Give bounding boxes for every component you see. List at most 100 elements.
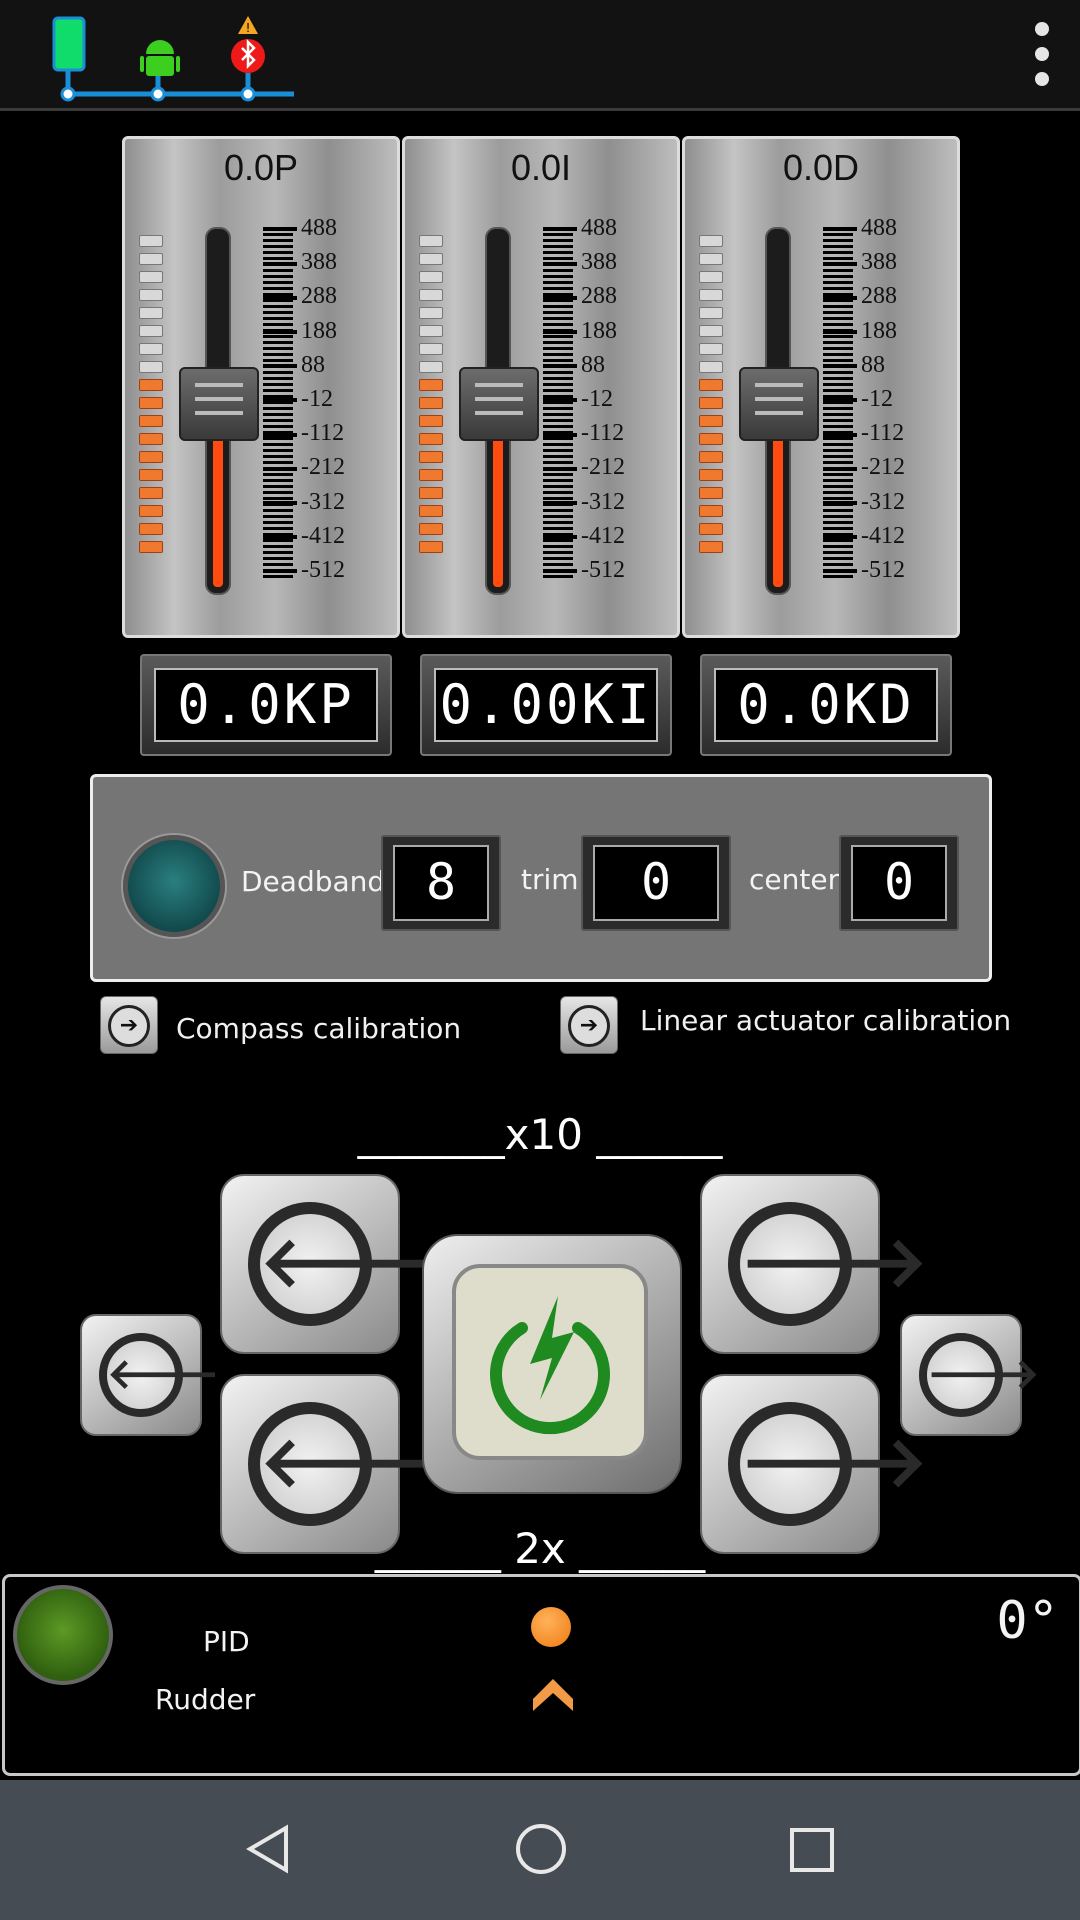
level-led (699, 343, 723, 355)
rudder-left-small-button[interactable]: 🡐 (80, 1314, 220, 1436)
scale-tick-label: 388 (823, 250, 897, 274)
level-led (419, 469, 443, 481)
rudder-left-x10-button[interactable]: 🡐 (220, 1174, 448, 1354)
slider-panel: 0.0I 488 388 288 188 88 -12 -112 -212 -312 -412 -51… (402, 136, 680, 638)
level-led (139, 379, 163, 391)
slider-knob[interactable] (459, 367, 539, 441)
arrow-right-icon: 🡒 (728, 1202, 928, 1326)
deadband-settings-panel: Deadband 8 trim 0 center 0 (90, 774, 992, 982)
level-led (139, 433, 163, 445)
slider-knob[interactable] (739, 367, 819, 441)
gain-display[interactable]: 0.0KD (700, 654, 952, 756)
scale-tick-label: -512 (823, 558, 905, 582)
level-led (139, 451, 163, 463)
scale-tick-label: -212 (263, 455, 345, 479)
2x-label: ______ 2x ______ (374, 1524, 706, 1573)
level-led (419, 379, 443, 391)
level-led (139, 415, 163, 427)
slider-fill (213, 416, 223, 587)
x10-label: _______x10 ______ (357, 1110, 723, 1159)
gain-display[interactable]: 0.00KI (420, 654, 672, 756)
scale-tick-label: 288 (823, 284, 897, 308)
center-label: center (749, 863, 840, 896)
level-led (139, 397, 163, 409)
gain-display-value: 0.00KI (434, 668, 658, 742)
teal-indicator-button[interactable] (123, 835, 225, 937)
level-led (139, 325, 163, 337)
trim-label: trim (521, 863, 579, 896)
scale-tick-label: -112 (543, 421, 624, 445)
status-led[interactable] (13, 1585, 113, 1685)
slider-scale: 488 388 288 188 88 -12 -112 -212 -312 -412 -512 (543, 216, 663, 582)
scale-tick-label: 288 (543, 284, 617, 308)
pid-status-dot (531, 1607, 571, 1647)
more-vert-icon[interactable] (1032, 22, 1052, 92)
top-app-bar: ! (0, 0, 1080, 111)
level-led (419, 433, 443, 445)
scale-tick-label: -12 (543, 387, 613, 411)
slider-knob[interactable] (179, 367, 259, 441)
home-icon[interactable] (516, 1824, 566, 1874)
scale-tick-label: -512 (543, 558, 625, 582)
slider-panel: 0.0D 488 388 288 188 88 -12 -112 -212 -312 -412 -51… (682, 136, 960, 638)
rudder-right-x10-button[interactable]: 🡒 (700, 1174, 928, 1354)
scale-tick-label: -212 (823, 455, 905, 479)
level-meter (139, 235, 163, 559)
android-icon (140, 40, 180, 102)
linear-actuator-calibration-button[interactable]: ➔ (560, 996, 618, 1054)
scale-tick-label: -412 (263, 524, 345, 548)
power-button[interactable] (422, 1234, 682, 1494)
level-led (419, 235, 443, 247)
level-led (419, 289, 443, 301)
center-display[interactable]: 0 (839, 835, 959, 931)
rudder-right-small-button[interactable]: 🡒 (900, 1314, 1040, 1436)
linear-actuator-calibration-label: Linear actuator calibration (640, 1004, 1012, 1037)
gain-display-value: 0.0KD (714, 668, 938, 742)
trim-display[interactable]: 0 (581, 835, 731, 931)
heading-readout: 0° (996, 1591, 1059, 1651)
level-led (139, 289, 163, 301)
level-led (139, 541, 163, 553)
scale-tick-label: 488 (823, 216, 897, 240)
slider-title: 0.0D (782, 147, 860, 188)
pid-label: PID (203, 1625, 250, 1658)
rudder-label: Rudder (155, 1683, 256, 1716)
compass-calibration-label: Compass calibration (176, 1012, 462, 1045)
back-icon[interactable] (246, 1824, 290, 1874)
scale-tick-label: -312 (823, 490, 905, 514)
level-led (699, 487, 723, 499)
level-led (419, 397, 443, 409)
level-led (699, 379, 723, 391)
level-led (699, 307, 723, 319)
level-led (699, 415, 723, 427)
warning-icon: ! (238, 16, 258, 35)
gain-display[interactable]: 0.0KP (140, 654, 392, 756)
arrow-left-icon: 🡐 (99, 1333, 220, 1417)
scale-tick-label: -112 (823, 421, 904, 445)
scale-tick-label: 388 (543, 250, 617, 274)
level-led (419, 541, 443, 553)
scale-tick-label: -412 (823, 524, 905, 548)
deadband-label: Deadband (241, 865, 386, 898)
power-icon (490, 1296, 610, 1435)
scale-tick-label: -12 (823, 387, 893, 411)
scale-tick-label: -412 (543, 524, 625, 548)
level-led (699, 451, 723, 463)
deadband-display[interactable]: 8 (381, 835, 501, 931)
level-led (139, 487, 163, 499)
level-led (139, 307, 163, 319)
scale-tick-label: -512 (263, 558, 345, 582)
level-led (139, 505, 163, 517)
compass-calibration-button[interactable]: ➔ (100, 996, 158, 1054)
recents-icon[interactable] (790, 1828, 834, 1872)
level-led (419, 361, 443, 373)
scale-tick-label: -312 (263, 490, 345, 514)
scale-tick-label: -12 (263, 387, 333, 411)
system-navigation-bar (0, 1780, 1080, 1920)
level-led (139, 361, 163, 373)
level-led (419, 325, 443, 337)
level-led (699, 433, 723, 445)
level-led (699, 253, 723, 265)
rudder-chevron-icon (533, 1679, 573, 1711)
level-led (419, 253, 443, 265)
